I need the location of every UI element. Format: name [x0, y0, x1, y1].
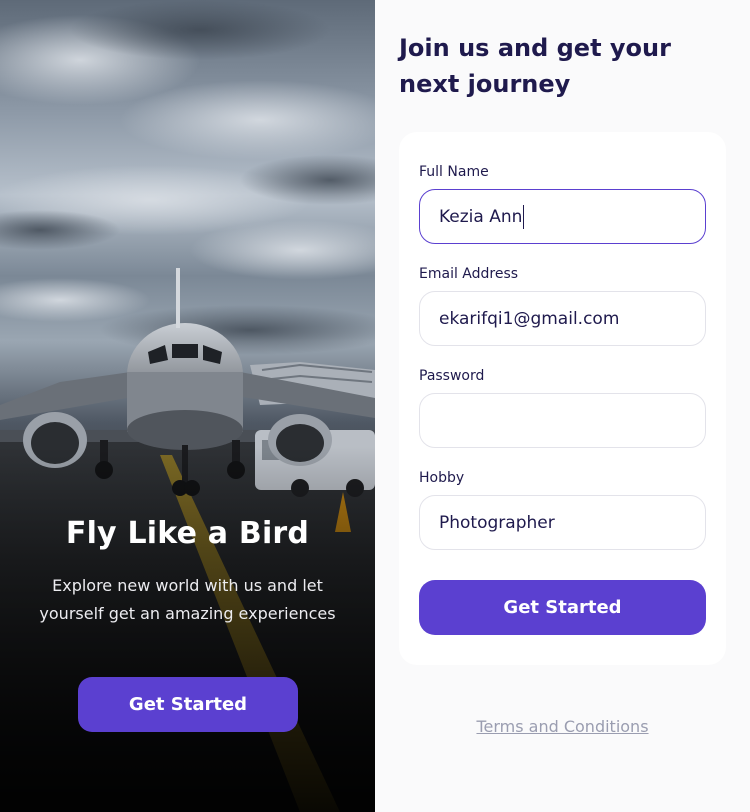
hobby-input[interactable]: Photographer — [419, 495, 706, 550]
password-input[interactable] — [419, 393, 706, 448]
password-label: Password — [419, 368, 485, 384]
full-name-input[interactable]: Kezia Ann — [419, 189, 706, 244]
hobby-label: Hobby — [419, 470, 465, 486]
page-title: Join us and get your next journey — [399, 34, 671, 98]
terms-link[interactable]: Terms and Conditions — [375, 717, 750, 736]
hero-panel: Fly Like a Bird Explore new world with u… — [0, 0, 375, 812]
get-started-button[interactable]: Get Started — [419, 580, 706, 635]
full-name-value: Kezia Ann — [439, 206, 523, 227]
full-name-label: Full Name — [419, 164, 489, 180]
signup-form-card: Full Name Kezia Ann Email Address ekarif… — [399, 132, 726, 665]
signup-panel: Join us and get your next journey Full N… — [375, 0, 750, 812]
email-label: Email Address — [419, 266, 519, 282]
text-caret — [523, 204, 525, 229]
hero-get-started-button[interactable]: Get Started — [78, 677, 298, 732]
email-input[interactable]: ekarifqi1@gmail.com — [419, 291, 706, 346]
hero-title: Fly Like a Bird — [65, 516, 310, 551]
email-value: ekarifqi1@gmail.com — [439, 308, 620, 329]
hobby-value: Photographer — [439, 512, 555, 533]
hero-subtitle: Explore new world with us and let yourse… — [39, 576, 336, 623]
